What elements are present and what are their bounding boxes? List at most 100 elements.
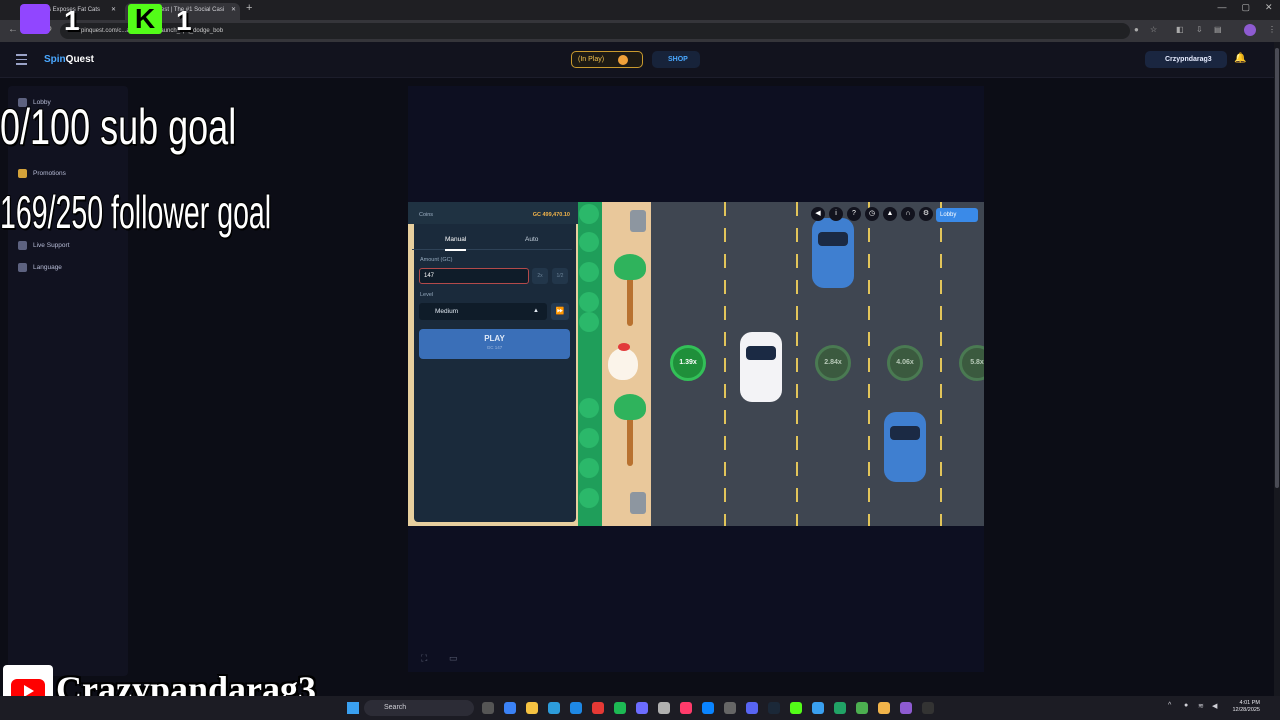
fullscreen-icon[interactable]: ⛶ <box>421 653 427 664</box>
clock-time: 4:01 PM <box>1239 700 1260 706</box>
caret-up-icon: ▲ <box>533 308 539 314</box>
extensions-icon[interactable]: ◧ <box>1176 25 1184 34</box>
new-tab-icon[interactable]: + <box>246 2 252 14</box>
user-account-button[interactable]: Crzypndarag3 <box>1145 51 1227 68</box>
page-scrollbar[interactable] <box>1274 42 1280 696</box>
shop-button[interactable]: SHOP <box>652 51 700 68</box>
bush <box>579 292 599 312</box>
close-tab-icon[interactable]: ✕ <box>231 3 236 17</box>
close-tab-icon[interactable]: ✕ <box>111 3 116 17</box>
file-explorer-icon[interactable] <box>526 702 538 714</box>
coins-label: Coins <box>419 212 434 218</box>
settings-icon[interactable]: ⚙ <box>919 207 933 221</box>
url-bar[interactable]: spinquest.com/c...am/ico...21_launch_spq… <box>60 23 1130 39</box>
bush <box>579 262 599 282</box>
coin-icon <box>618 55 628 65</box>
app-icon[interactable] <box>702 702 714 714</box>
mode-tabs: Manual Auto <box>412 228 572 251</box>
app-icon[interactable] <box>724 702 736 714</box>
app-icon[interactable] <box>812 702 824 714</box>
taskbar-search[interactable]: Search <box>364 700 474 716</box>
spinquest-logo[interactable]: SpinQuest <box>44 54 94 65</box>
wifi-icon[interactable]: ≋ <box>1198 702 1204 710</box>
app-icon[interactable] <box>658 702 670 714</box>
sidebar-item-language[interactable]: Language <box>18 263 62 272</box>
sidebar-item-label: Language <box>33 264 62 271</box>
kick-app-icon[interactable] <box>790 702 802 714</box>
chicken-player <box>608 343 638 380</box>
level-select[interactable]: Medium ▲ <box>419 303 547 320</box>
multiplier-tile[interactable]: 2.84x <box>815 345 851 381</box>
window-controls: — ▢ ✕ <box>1210 2 1280 13</box>
chrome-icon[interactable] <box>592 702 604 714</box>
double-button[interactable]: 2x <box>532 268 548 284</box>
level-label: Level <box>420 292 434 298</box>
app-icon[interactable] <box>900 702 912 714</box>
back-icon[interactable]: ← <box>8 24 18 35</box>
dodge-game[interactable]: Coins GC 499,470.10 Manual Auto Amount (… <box>408 202 984 526</box>
location-icon[interactable]: ● <box>1134 25 1139 34</box>
twitch-logo <box>20 4 50 34</box>
excel-icon[interactable] <box>834 702 846 714</box>
lane-divider <box>724 202 726 526</box>
lobby-button[interactable]: Lobby <box>936 208 978 222</box>
volume-icon[interactable]: ◀ <box>1212 702 1217 710</box>
amount-input[interactable]: 147 <box>419 268 529 284</box>
tray-chevron-icon[interactable]: ^ <box>1168 702 1171 709</box>
game-controls: ◀ i ? ◷ ▲ ∩ ⚙ <box>811 207 933 221</box>
menu-dots-icon[interactable]: ⋮ <box>1268 25 1276 34</box>
app-icon[interactable] <box>680 702 692 714</box>
taskbar-clock[interactable]: 4:01 PM 12/28/2025 <box>1232 700 1260 714</box>
store-icon[interactable] <box>548 702 560 714</box>
fast-forward-button[interactable]: ⏩ <box>551 303 569 320</box>
discord-icon[interactable] <box>746 702 758 714</box>
history-icon[interactable]: ◷ <box>865 207 879 221</box>
tab-auto[interactable]: Auto <box>525 236 538 243</box>
site-header: SpinQuest (In Play) SHOP Crzypndarag3 🔔 <box>0 42 1280 78</box>
download-icon[interactable]: ⇩ <box>1196 25 1203 34</box>
fairness-icon[interactable]: ▲ <box>883 207 897 221</box>
car <box>740 332 782 402</box>
tab-manual[interactable]: Manual <box>445 236 467 251</box>
sidepanel-icon[interactable]: ▤ <box>1214 25 1222 34</box>
headset-icon <box>18 241 27 250</box>
notification-bell-icon[interactable]: 🔔 <box>1234 53 1246 64</box>
obs-icon[interactable] <box>922 702 934 714</box>
windows-start-icon[interactable] <box>347 702 359 714</box>
play-button[interactable]: PLAY GC 147 <box>419 329 570 359</box>
sidebar-item-live-support[interactable]: Live Support <box>18 241 70 250</box>
inplay-label: (In Play) <box>578 56 605 63</box>
app-icon[interactable] <box>856 702 868 714</box>
half-button[interactable]: 1/2 <box>552 268 568 284</box>
sidebar-item-promotions[interactable]: Promotions <box>18 169 66 178</box>
steam-icon[interactable] <box>768 702 780 714</box>
lane-divider <box>868 202 870 526</box>
play-sublabel: GC 147 <box>486 345 503 350</box>
close-window-icon[interactable]: ✕ <box>1265 2 1273 13</box>
hamburger-menu-icon[interactable] <box>16 54 27 68</box>
balance-selector[interactable]: (In Play) <box>571 51 643 68</box>
help-icon[interactable]: ? <box>847 207 861 221</box>
mute-icon[interactable]: ◀ <box>811 207 825 221</box>
copilot-icon[interactable] <box>504 702 516 714</box>
info-icon[interactable]: i <box>829 207 843 221</box>
lane-divider <box>940 202 942 526</box>
app-icon[interactable] <box>636 702 648 714</box>
profile-avatar[interactable] <box>1244 24 1256 36</box>
support-icon[interactable]: ∩ <box>901 207 915 221</box>
windows-taskbar: Search ^ ● ≋ ◀ 4:01 PM 12/28/2025 <box>0 696 1280 720</box>
tray-app-icon[interactable]: ● <box>1184 702 1188 709</box>
bush <box>579 488 599 508</box>
edge-icon[interactable] <box>570 702 582 714</box>
maximize-icon[interactable]: ▢ <box>1241 2 1250 13</box>
bookmark-star-icon[interactable]: ☆ <box>1150 25 1157 34</box>
multiplier-tile[interactable]: 1.39x <box>670 345 706 381</box>
spotify-icon[interactable] <box>614 702 626 714</box>
sub-goal-overlay: 0/100 sub goal <box>0 99 237 155</box>
task-view-icon[interactable] <box>482 702 494 714</box>
app-icon[interactable] <box>878 702 890 714</box>
minimize-icon[interactable]: — <box>1217 2 1226 13</box>
trash-bin <box>630 492 646 514</box>
multiplier-tile[interactable]: 4.06x <box>887 345 923 381</box>
theater-mode-icon[interactable]: ▭ <box>449 653 458 664</box>
